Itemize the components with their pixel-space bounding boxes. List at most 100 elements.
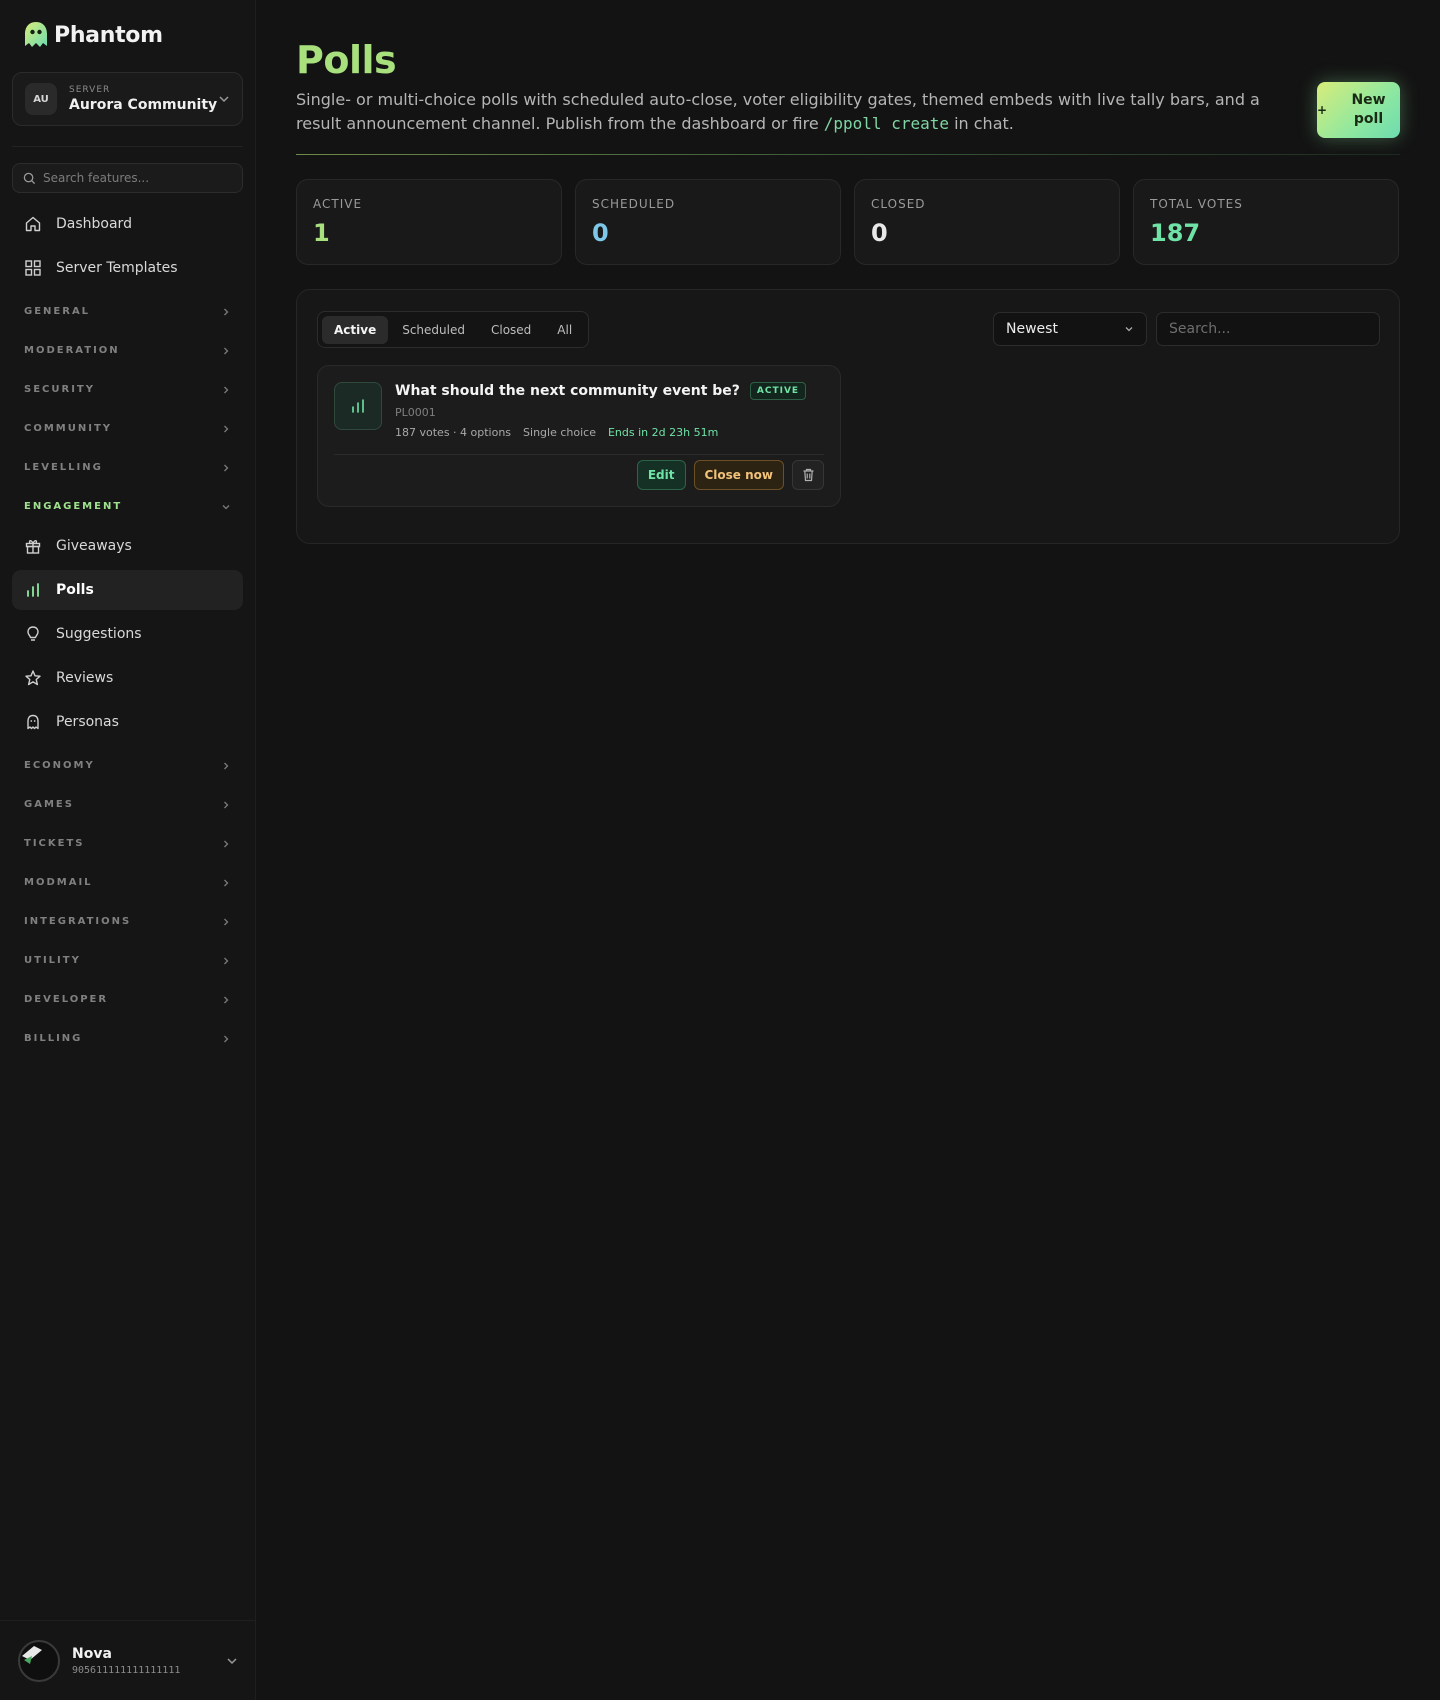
nav-section-label: GAMES (24, 799, 74, 810)
brand-name: Phantom (54, 22, 163, 48)
stat-card-closed: CLOSED 0 (854, 179, 1120, 265)
poll-card[interactable]: What should the next community event be?… (317, 365, 841, 507)
sidebar-item-suggestions[interactable]: Suggestions (12, 614, 243, 654)
edit-button[interactable]: Edit (636, 460, 686, 490)
poll-search-input[interactable] (1169, 321, 1367, 337)
stat-value: 187 (1150, 219, 1201, 247)
tab-active[interactable]: Active (322, 315, 389, 344)
poll-meta: 187 votes · 4 options Single choice Ends… (395, 426, 718, 439)
gift-icon (25, 539, 41, 554)
stat-card-scheduled: SCHEDULED 0 (575, 179, 841, 265)
nav-section-moderation[interactable]: MODERATION (12, 331, 243, 370)
new-poll-label: New poll (1351, 92, 1386, 127)
sidebar-item-label: Reviews (56, 670, 114, 686)
chevron-right-icon (224, 386, 229, 393)
sidebar-item-giveaways[interactable]: Giveaways (12, 526, 243, 566)
command-code: /ppoll create (823, 114, 949, 133)
poll-divider (334, 454, 824, 455)
stat-card-active: ACTIVE 1 (296, 179, 562, 265)
nav-section-general[interactable]: GENERAL (12, 292, 243, 331)
chevron-right-icon (224, 464, 229, 471)
status-badge: ACTIVE (749, 382, 807, 400)
sidebar-item-label: Personas (56, 714, 119, 730)
grid-icon (25, 260, 41, 276)
chevron-right-icon (224, 347, 229, 354)
tab-all[interactable]: All (545, 316, 584, 344)
stat-value: 0 (592, 219, 609, 247)
server-name: Aurora Community (69, 97, 218, 113)
nav-section-billing[interactable]: BILLING (12, 1019, 243, 1058)
search-icon (23, 172, 36, 184)
avatar (18, 1639, 60, 1682)
chevron-right-icon (224, 1035, 229, 1042)
page-description: Single- or multi-choice polls with sched… (296, 88, 1296, 136)
poll-title: What should the next community event be? (395, 383, 740, 399)
sidebar-item-label: Giveaways (56, 538, 132, 554)
chevron-right-icon (224, 996, 229, 1003)
close-now-button[interactable]: Close now (693, 460, 784, 490)
nav-section-label: MODMAIL (24, 877, 93, 888)
sidebar-item-label: Polls (56, 582, 94, 598)
chevron-down-icon (219, 96, 229, 103)
user-name: Nova (72, 1645, 112, 1662)
nav-section-integrations[interactable]: INTEGRATIONS (12, 902, 243, 941)
sort-value: Newest (1006, 321, 1058, 337)
nav-section-tickets[interactable]: TICKETS (12, 824, 243, 863)
nav-section-security[interactable]: SECURITY (12, 370, 243, 409)
poll-actions: Edit Close now (636, 460, 824, 490)
feature-search[interactable] (12, 163, 243, 193)
brand[interactable]: Phantom (22, 20, 163, 50)
chevron-right-icon (224, 308, 229, 315)
sidebar-item-reviews[interactable]: Reviews (12, 658, 243, 698)
sidebar-item-server-templates[interactable]: Server Templates (12, 248, 243, 288)
tab-scheduled[interactable]: Scheduled (390, 316, 477, 344)
description-text-end: in chat. (949, 114, 1014, 133)
chevron-down-icon (227, 1657, 237, 1664)
nav-section-label: LEVELLING (24, 462, 103, 473)
home-icon (25, 216, 41, 232)
page-title: Polls (296, 38, 397, 82)
stat-card-total-votes: TOTAL VOTES 187 (1133, 179, 1399, 265)
nav-section-developer[interactable]: DEVELOPER (12, 980, 243, 1019)
tab-closed[interactable]: Closed (479, 316, 543, 344)
nav-section-community[interactable]: COMMUNITY (12, 409, 243, 448)
stat-value: 0 (871, 219, 888, 247)
feature-search-input[interactable] (43, 171, 223, 185)
stat-label: SCHEDULED (592, 197, 676, 211)
nav-section-label: UTILITY (24, 955, 81, 966)
sidebar-item-polls[interactable]: Polls (12, 570, 243, 610)
nav-section-games[interactable]: GAMES (12, 785, 243, 824)
description-text: Single- or multi-choice polls with sched… (296, 90, 1260, 133)
stat-label: TOTAL VOTES (1150, 197, 1243, 211)
chevron-right-icon (224, 801, 229, 808)
nav-section-label: DEVELOPER (24, 994, 109, 1005)
new-poll-button[interactable]: + New poll (1317, 82, 1400, 138)
nav-section-label: TICKETS (24, 838, 85, 849)
sidebar-item-label: Dashboard (56, 216, 132, 232)
server-label: SERVER (69, 85, 111, 95)
delete-button[interactable] (792, 460, 824, 490)
nav-section-levelling[interactable]: LEVELLING (12, 448, 243, 487)
nav-section-label: SECURITY (24, 384, 95, 395)
user-id: 905611111111111111 (72, 1664, 181, 1676)
nav-section-utility[interactable]: UTILITY (12, 941, 243, 980)
poll-search[interactable] (1156, 312, 1380, 346)
sidebar-item-personas[interactable]: Personas (12, 702, 243, 742)
server-switcher[interactable]: AU SERVER Aurora Community (12, 72, 243, 126)
sidebar-item-dashboard[interactable]: Dashboard (12, 204, 243, 244)
header-divider (296, 154, 1400, 155)
lightbulb-icon (27, 626, 39, 641)
user-menu[interactable]: Nova 905611111111111111 (0, 1620, 256, 1700)
nav-section-label: BILLING (24, 1033, 83, 1044)
sort-select[interactable]: Newest (993, 312, 1147, 346)
nav-section-modmail[interactable]: MODMAIL (12, 863, 243, 902)
stat-label: CLOSED (871, 197, 926, 211)
poll-icon-box (334, 382, 382, 430)
nav-section-engagement[interactable]: ENGAGEMENT (12, 487, 243, 526)
nav-section-economy[interactable]: ECONOMY (12, 746, 243, 785)
ghost-icon (27, 714, 39, 730)
poll-mode: Single choice (523, 426, 596, 439)
stat-label: ACTIVE (313, 197, 363, 211)
chevron-right-icon (224, 918, 229, 925)
nav-section-label: INTEGRATIONS (24, 916, 132, 927)
